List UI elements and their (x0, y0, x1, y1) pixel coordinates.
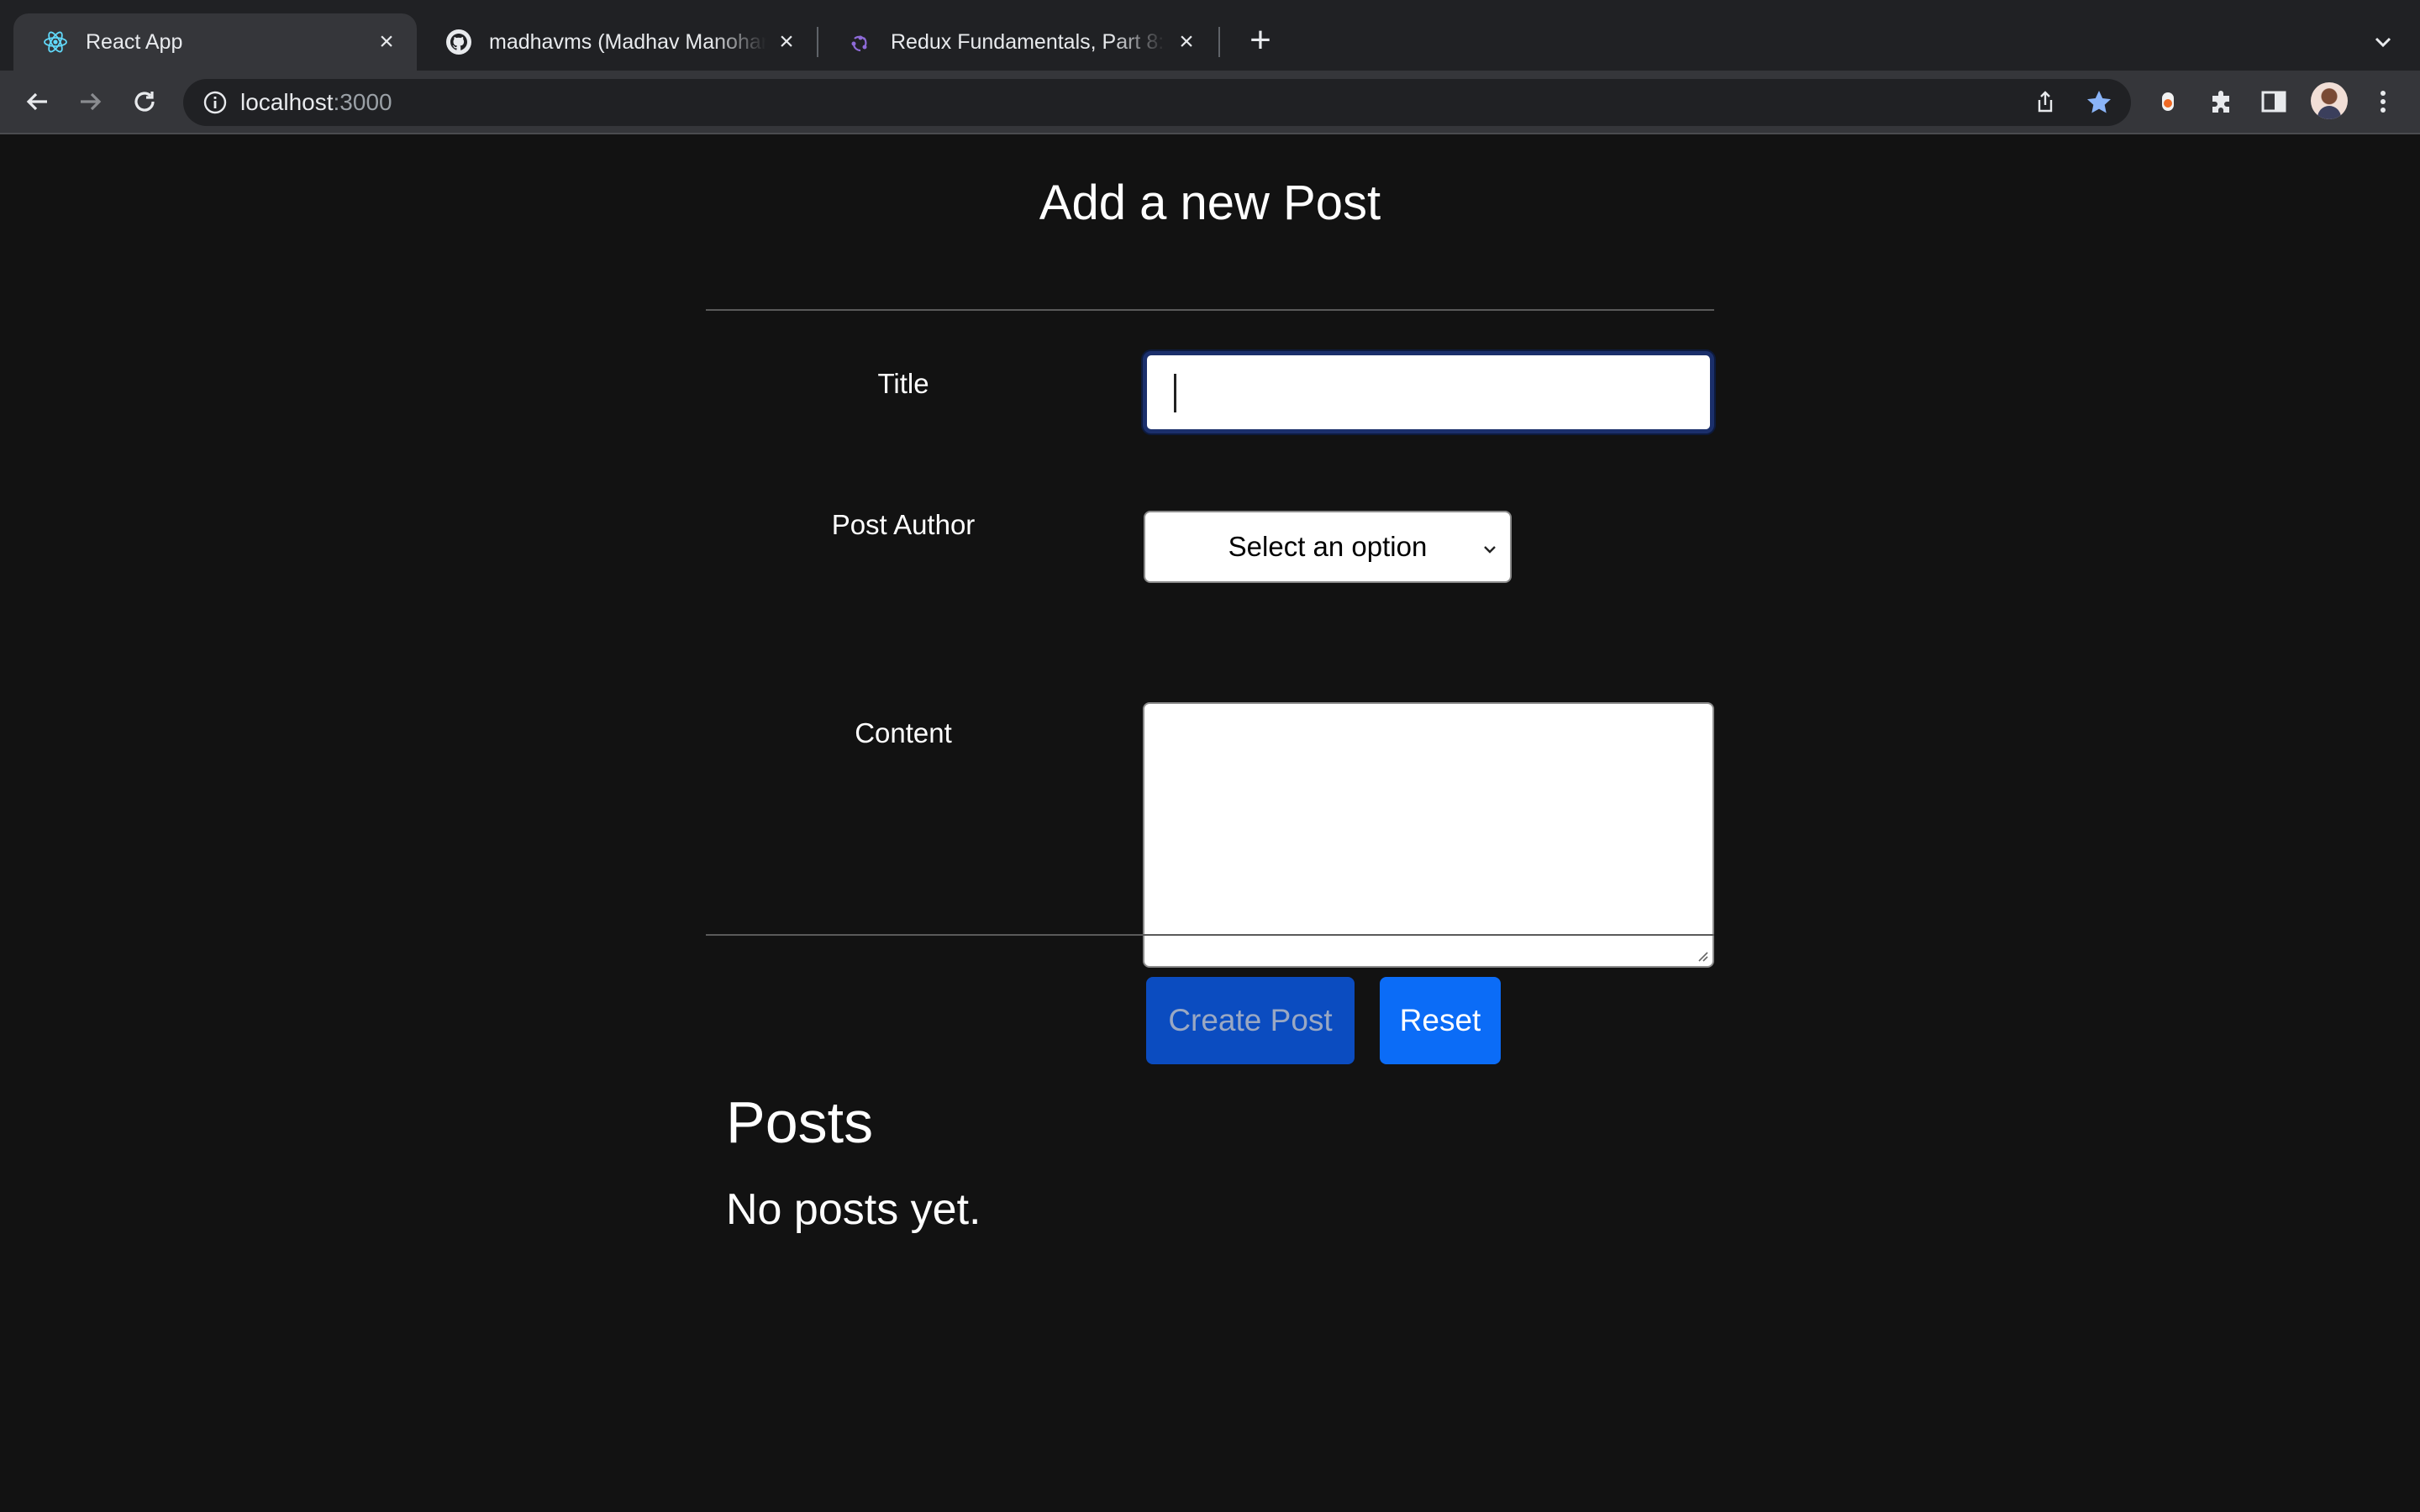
tab-redux[interactable]: Redux Fundamentals, Part 8: M × (818, 13, 1217, 71)
post-author-label: Post Author (831, 509, 976, 540)
github-icon (445, 29, 472, 55)
title-label: Title (877, 368, 929, 399)
more-menu-icon[interactable] (2365, 83, 2402, 120)
divider-top (706, 309, 1714, 311)
tab-strip: React App × madhavms (Madhav Manohar S ×… (0, 0, 2420, 71)
forward-arrow-icon[interactable] (72, 83, 109, 120)
browser-toolbar: localhost:3000 (0, 71, 2420, 134)
extension-icon[interactable] (2149, 83, 2186, 120)
address-bar[interactable]: localhost:3000 (183, 79, 2131, 126)
content-textarea[interactable] (1143, 702, 1714, 968)
posts-heading: Posts (726, 1089, 874, 1155)
tab-title: madhavms (Madhav Manohar S (489, 29, 766, 54)
redux-icon (847, 29, 874, 55)
tab-github[interactable]: madhavms (Madhav Manohar S × (417, 13, 817, 71)
reload-icon[interactable] (126, 83, 163, 120)
no-posts-message: No posts yet. (726, 1185, 981, 1234)
close-tab-icon[interactable]: × (373, 29, 400, 55)
side-panel-icon[interactable] (2255, 83, 2292, 120)
share-icon[interactable] (2028, 86, 2062, 119)
site-info-icon[interactable] (200, 87, 230, 118)
content-label: Content (855, 717, 952, 748)
resize-handle-icon[interactable] (1694, 948, 1709, 963)
new-tab-plus-icon[interactable]: + (1242, 22, 1279, 60)
post-author-selected: Select an option (1228, 531, 1428, 562)
tab-title: React App (86, 29, 183, 54)
chevron-down-icon (1478, 536, 1502, 559)
reset-button[interactable]: Reset (1380, 977, 1501, 1064)
page-title: Add a new Post (1039, 176, 1381, 230)
url-text: localhost:3000 (240, 89, 392, 116)
url-port: :3000 (333, 89, 392, 115)
tab-react-app[interactable]: React App × (13, 13, 417, 71)
create-post-button[interactable]: Create Post (1146, 977, 1355, 1064)
text-caret (1174, 374, 1176, 412)
close-tab-icon[interactable]: × (1173, 29, 1200, 55)
page-content: Add a new Post Title Post Author Select … (0, 134, 2420, 1512)
profile-avatar[interactable] (2311, 82, 2348, 119)
tab-divider (1218, 27, 1220, 57)
divider-bottom (706, 934, 1714, 936)
tab-title: Redux Fundamentals, Part 8: M (891, 29, 1166, 54)
back-arrow-icon[interactable] (18, 83, 55, 120)
post-author-select[interactable]: Select an option (1144, 511, 1512, 583)
tab-search-chevron-icon[interactable] (2366, 25, 2400, 59)
bookmark-star-icon[interactable] (2082, 86, 2116, 119)
title-input[interactable] (1143, 351, 1714, 433)
close-tab-icon[interactable]: × (773, 29, 800, 55)
url-host: localhost (240, 89, 334, 115)
react-icon (42, 29, 69, 55)
extensions-puzzle-icon[interactable] (2203, 83, 2240, 120)
